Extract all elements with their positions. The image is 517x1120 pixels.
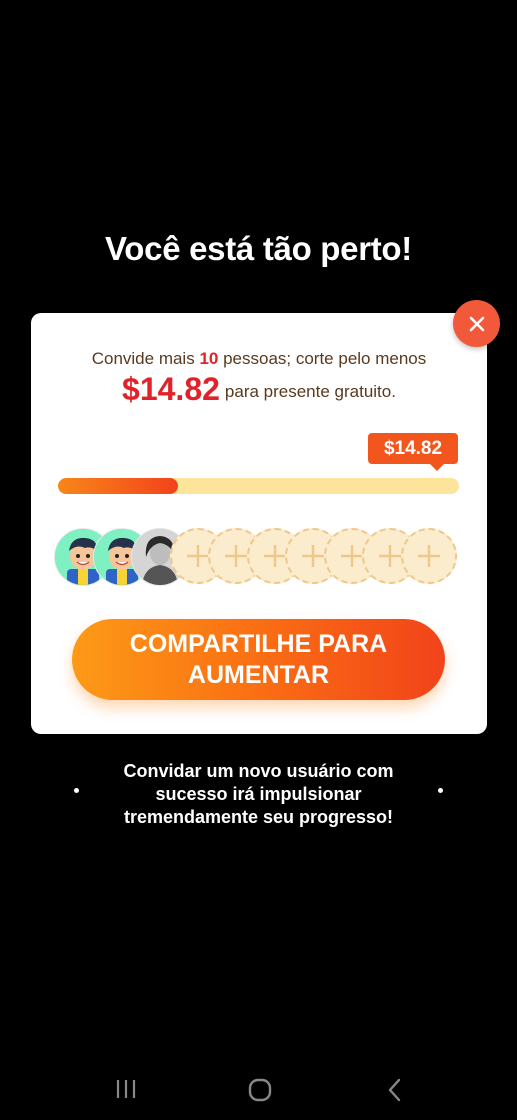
invite-prefix: Convide mais <box>91 349 200 368</box>
avatar-row <box>54 528 464 586</box>
progress-fill <box>58 478 179 494</box>
carousel-dot <box>74 788 79 793</box>
close-icon <box>469 316 484 331</box>
invite-note: Convidar um novo usuário com sucesso irá… <box>123 761 394 827</box>
amount-suffix: para presente gratuito. <box>224 382 396 401</box>
carousel-dot <box>438 788 443 793</box>
amount-badge: $14.82 <box>368 433 458 471</box>
plus-icon <box>379 545 401 567</box>
amount-line: $14.82 para presente gratuito. <box>31 371 487 408</box>
invite-count: 10 <box>199 349 219 368</box>
progress-track <box>58 478 459 494</box>
system-navbar <box>0 1060 517 1120</box>
recent-apps-icon[interactable] <box>115 1078 137 1100</box>
share-button[interactable]: COMPARTILHE PARA AUMENTAR <box>72 619 445 700</box>
invite-text: Convide mais 10 pessoas; corte pelo meno… <box>31 349 487 369</box>
page-title: Você está tão perto! <box>105 230 412 267</box>
invite-card: Convide mais 10 pessoas; corte pelo meno… <box>31 313 487 734</box>
plus-icon <box>417 545 440 567</box>
close-button[interactable] <box>453 300 500 347</box>
plus-icon <box>225 545 247 567</box>
home-icon[interactable] <box>247 1078 273 1102</box>
share-button-label: COMPARTILHE PARA AUMENTAR <box>129 629 388 689</box>
invite-suffix: pessoas; corte pelo menos <box>218 349 427 368</box>
back-icon[interactable] <box>387 1078 403 1102</box>
plus-icon <box>302 545 324 567</box>
target-amount: $14.82 <box>122 371 220 407</box>
empty-invite-slot[interactable] <box>400 528 457 584</box>
